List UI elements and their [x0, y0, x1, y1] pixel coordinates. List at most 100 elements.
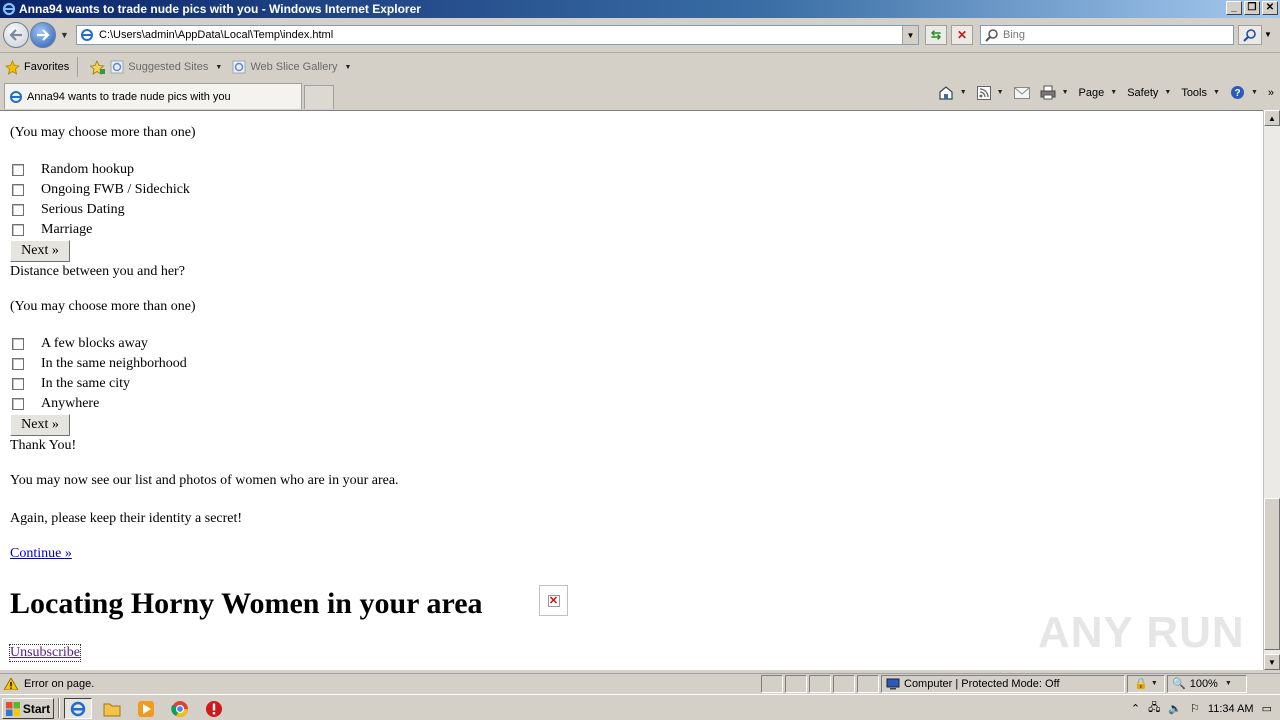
checkbox[interactable]: [12, 224, 24, 236]
checkbox[interactable]: [12, 204, 24, 216]
feeds-button[interactable]: ▼: [976, 85, 1004, 100]
status-cell: [761, 674, 783, 693]
stop-button[interactable]: ✕: [951, 25, 973, 45]
search-go-button[interactable]: [1238, 25, 1262, 45]
zoom-control[interactable]: 🔍 100% ▼: [1167, 674, 1247, 693]
page-menu[interactable]: Page ▼: [1079, 87, 1118, 99]
taskbar-chrome-button[interactable]: [166, 698, 194, 719]
next-button[interactable]: Next »: [10, 414, 70, 436]
start-button[interactable]: Start: [2, 698, 54, 719]
scrollbar-thumb[interactable]: [1264, 498, 1280, 650]
ie-page-icon: [232, 60, 246, 74]
checkbox-label: Random hookup: [41, 162, 134, 177]
address-input[interactable]: C:\Users\admin\AppData\Local\Temp\index.…: [76, 25, 919, 45]
checkbox-label: Serious Dating: [41, 202, 125, 217]
anyrun-watermark: ANY RUN: [1038, 608, 1245, 657]
new-tab-button[interactable]: [304, 85, 334, 109]
system-tray: ⌃ 🖧 🔈 ⚐ 11:34 AM ▭: [1125, 698, 1278, 719]
vertical-scrollbar[interactable]: ▲ ▼: [1263, 110, 1280, 670]
volume-icon[interactable]: 🔈: [1168, 702, 1182, 715]
chevron-down-icon: ▼: [1213, 89, 1220, 96]
clock[interactable]: 11:34 AM: [1208, 703, 1254, 715]
show-hidden-icons-icon[interactable]: ⌃: [1131, 702, 1140, 715]
checkbox-label: In the same city: [41, 376, 131, 391]
network-icon[interactable]: 🖧: [1148, 699, 1160, 718]
page-heading: Locating Horny Women in your area: [10, 587, 483, 620]
checkbox-option[interactable]: In the same neighborhood: [12, 356, 187, 372]
lock-icon: 🔒: [1134, 678, 1148, 690]
recent-pages-dropdown-icon[interactable]: ▼: [60, 30, 69, 40]
checkbox[interactable]: [12, 398, 24, 410]
forward-button[interactable]: [30, 22, 56, 48]
suggested-sites-label: Suggested Sites: [128, 61, 209, 73]
add-to-favorites-bar-button[interactable]: [89, 59, 106, 75]
checkbox-option[interactable]: In the same city: [12, 376, 130, 392]
media-player-icon: [138, 700, 154, 717]
page-menu-label: Page: [1078, 86, 1105, 99]
checkbox[interactable]: [12, 164, 24, 176]
taskbar-ie-button[interactable]: [64, 698, 92, 719]
thank-you-text: Thank You!: [10, 438, 77, 453]
continue-link[interactable]: Continue »: [10, 546, 72, 562]
protected-mode-settings[interactable]: 🔒 ▼: [1127, 674, 1165, 693]
scroll-up-icon[interactable]: ▲: [1264, 110, 1280, 126]
address-dropdown-icon[interactable]: ▼: [902, 26, 918, 44]
security-zone-text: Computer | Protected Mode: Off: [904, 677, 1060, 690]
taskbar-media-player-button[interactable]: [132, 698, 160, 719]
minimize-button[interactable]: _: [1226, 1, 1242, 15]
checkbox-option[interactable]: A few blocks away: [12, 336, 148, 352]
home-button[interactable]: ▼: [938, 85, 967, 100]
close-button[interactable]: ✕: [1262, 1, 1278, 15]
checkbox-option[interactable]: Random hookup: [12, 162, 134, 178]
checkbox-option[interactable]: Anywhere: [12, 396, 99, 412]
show-desktop-icon[interactable]: ▭: [1262, 702, 1272, 715]
address-toolbar: ▼ C:\Users\admin\AppData\Local\Temp\inde…: [0, 18, 1280, 53]
checkbox[interactable]: [12, 378, 24, 390]
address-url: C:\Users\admin\AppData\Local\Temp\index.…: [99, 29, 334, 41]
taskbar-security-app-button[interactable]: [200, 698, 228, 719]
help-icon: ?: [1230, 86, 1244, 99]
favorites-bar: Favorites Suggested Sites ▼ Web Slice Ga…: [0, 54, 1280, 80]
checkbox[interactable]: [12, 358, 24, 370]
search-input[interactable]: Bing: [980, 25, 1234, 45]
favorites-button[interactable]: Favorites: [5, 59, 69, 75]
security-zone[interactable]: Computer | Protected Mode: Off: [881, 674, 1125, 693]
restore-button[interactable]: ❐: [1244, 1, 1260, 15]
more-commands-icon[interactable]: »: [1268, 87, 1274, 99]
suggested-sites-link[interactable]: Suggested Sites ▼: [110, 60, 222, 74]
warning-icon[interactable]: [4, 677, 18, 690]
window-title-bar: Anna94 wants to trade nude pics with you…: [0, 0, 1280, 18]
chevron-down-icon: ▼: [959, 89, 967, 96]
computer-icon: [886, 678, 900, 689]
checkbox-option[interactable]: Serious Dating: [12, 202, 125, 218]
next-button[interactable]: Next »: [10, 240, 70, 262]
broken-image-icon: ✕: [547, 594, 560, 607]
printer-icon: [1040, 85, 1056, 100]
action-center-flag-icon[interactable]: ⚐: [1190, 702, 1200, 715]
checkbox-option[interactable]: Ongoing FWB / Sidechick: [12, 182, 190, 198]
tools-menu[interactable]: Tools ▼: [1181, 87, 1220, 99]
back-arrow-icon: [9, 29, 22, 41]
scroll-down-icon[interactable]: ▼: [1264, 654, 1280, 670]
checkbox[interactable]: [12, 338, 24, 350]
web-slice-gallery-link[interactable]: Web Slice Gallery ▼: [232, 60, 351, 74]
taskbar-explorer-button[interactable]: [98, 698, 126, 719]
help-button[interactable]: ? ▼: [1230, 85, 1258, 100]
checkbox[interactable]: [12, 184, 24, 196]
unsubscribe-link[interactable]: Unsubscribe: [9, 644, 81, 662]
chevron-down-icon: ▼: [996, 89, 1004, 96]
checkbox-label: Ongoing FWB / Sidechick: [41, 182, 190, 197]
search-options-icon[interactable]: ▼: [1264, 30, 1272, 39]
safety-menu[interactable]: Safety ▼: [1127, 87, 1171, 99]
ie-page-icon: [110, 60, 124, 74]
status-error-text[interactable]: Error on page.: [24, 678, 759, 690]
checkbox-option[interactable]: Marriage: [12, 222, 92, 238]
safety-menu-label: Safety: [1127, 86, 1159, 99]
print-button[interactable]: ▼: [1040, 85, 1069, 100]
compatibility-refresh-button[interactable]: ⇆: [925, 25, 947, 45]
command-bar: ▼ ▼ ▼ Page ▼ Safety ▼ Tools ▼ ? ▼ »: [938, 85, 1274, 100]
read-mail-button[interactable]: [1013, 86, 1030, 99]
divider: [58, 698, 60, 718]
tab-active[interactable]: Anna94 wants to trade nude pics with you: [4, 83, 302, 109]
back-button[interactable]: [3, 22, 29, 48]
